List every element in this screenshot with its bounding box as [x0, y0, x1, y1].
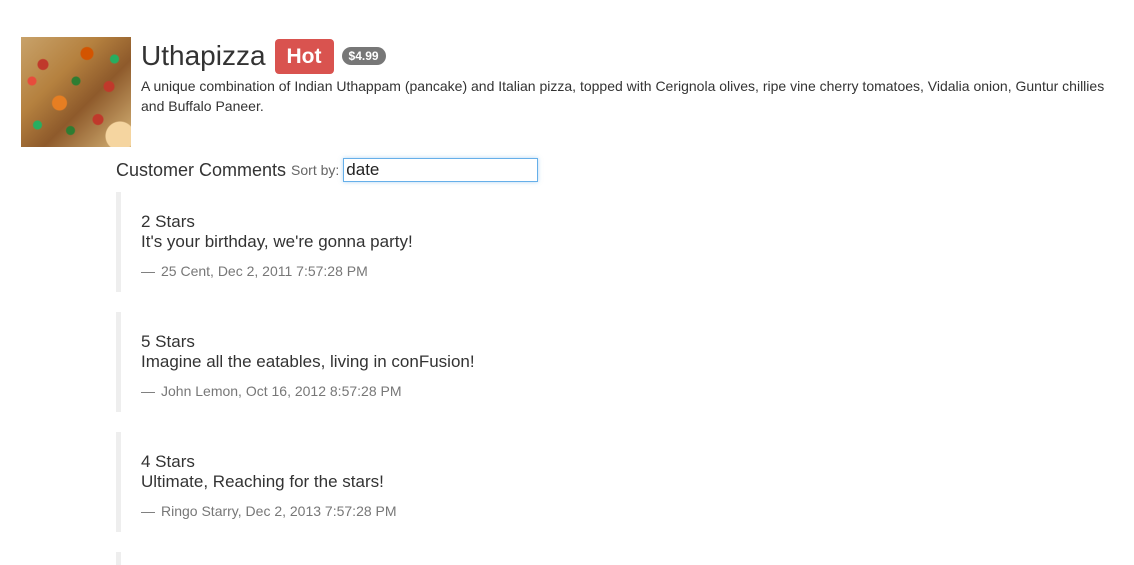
comment-item: 2 Stars It's your birthday, we're gonna … [116, 192, 1116, 292]
hot-label: Hot [274, 38, 334, 74]
dish-description: A unique combination of Indian Uthappam … [141, 78, 1105, 114]
dish-body: Uthapizza Hot $4.99 A unique combination… [141, 37, 1121, 116]
comment-text: It's your birthday, we're gonna party! [141, 232, 413, 251]
comment-dash: — [141, 383, 155, 399]
comment-rating: 4 Stars [141, 452, 195, 471]
dish-name: Uthapizza [141, 40, 266, 71]
comment-item: 4 Stars Ultimate, Reaching for the stars… [116, 432, 1116, 532]
comments-header: Customer Comments Sort by: [116, 157, 539, 183]
comment-footer: — 25 Cent, Dec 2, 2011 7:57:28 PM [141, 261, 1116, 281]
sort-by-label: Sort by: [291, 162, 340, 178]
comment-rating: 5 Stars [141, 332, 195, 351]
comment-footer: — Ringo Starry, Dec 2, 2013 7:57:28 PM [141, 501, 1116, 521]
comment-rating: 2 Stars [141, 212, 195, 231]
comments-title: Customer Comments [116, 159, 287, 180]
comment-byline: 25 Cent, Dec 2, 2011 7:57:28 PM [161, 263, 368, 279]
sort-input[interactable] [343, 158, 539, 182]
comment-byline: Ringo Starry, Dec 2, 2013 7:57:28 PM [161, 503, 397, 519]
comment-item: 5 Stars Imagine all the eatables, living… [116, 312, 1116, 412]
price-badge: $4.99 [341, 47, 386, 65]
comment-item-partial [116, 552, 1116, 565]
dish-image [21, 37, 131, 147]
dish-title-row: Uthapizza Hot $4.99 [141, 37, 1121, 75]
comment-byline: John Lemon, Oct 16, 2012 8:57:28 PM [161, 383, 402, 399]
comment-dash: — [141, 263, 155, 279]
dish-detail-page: Uthapizza Hot $4.99 A unique combination… [0, 0, 1134, 565]
comment-text: Imagine all the eatables, living in conF… [141, 352, 475, 371]
comment-dash: — [141, 503, 155, 519]
comment-text: Ultimate, Reaching for the stars! [141, 472, 384, 491]
comment-footer: — John Lemon, Oct 16, 2012 8:57:28 PM [141, 381, 1116, 401]
